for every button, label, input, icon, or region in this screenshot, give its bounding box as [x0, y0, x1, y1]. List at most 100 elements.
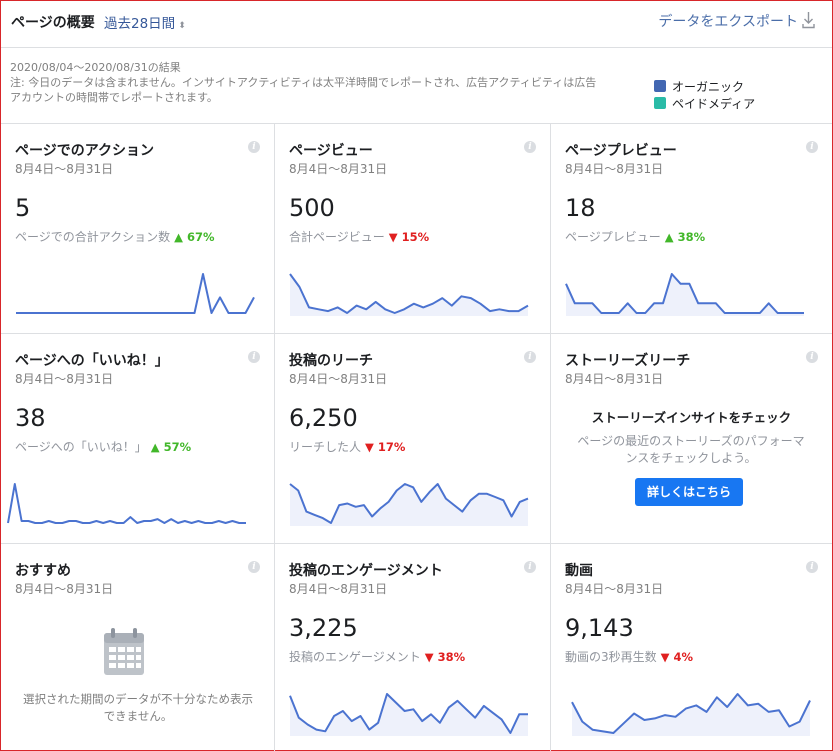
- sparkline: [571, 693, 811, 736]
- insufficient-data-message: 選択された期間のデータが不十分なため表示できません。: [23, 692, 253, 723]
- card-label: リーチした人: [289, 440, 362, 454]
- paid-swatch: [654, 97, 666, 109]
- change-indicator: ▼ 38%: [424, 650, 466, 664]
- sparkline: [16, 273, 255, 314]
- card-post-engagement[interactable]: 投稿のエンゲージメント i 8月4日～8月31日 3,225 投稿のエンゲージメ…: [275, 544, 551, 751]
- card-title: ストーリーズリーチ: [565, 353, 691, 369]
- page-title: ページの概要: [11, 15, 95, 31]
- card-date: 8月4日～8月31日: [15, 372, 114, 386]
- card-date: 8月4日～8月31日: [565, 372, 664, 386]
- info-icon[interactable]: i: [524, 351, 536, 363]
- card-value: 18: [565, 194, 596, 222]
- card-title: ページでのアクション: [15, 143, 155, 159]
- info-icon[interactable]: i: [806, 141, 818, 153]
- card-subtitle: ページプレビュー ▲ 38%: [565, 228, 705, 245]
- download-icon: [802, 12, 815, 29]
- change-indicator: ▼ 17%: [365, 440, 406, 454]
- card-label: ページプレビュー: [565, 230, 661, 244]
- period-selector[interactable]: 過去28日間 ⬍: [104, 12, 186, 32]
- card-value: 38: [15, 404, 46, 432]
- page-overview-header: ページの概要 過去28日間 ⬍ データをエクスポート: [1, 1, 832, 48]
- period-label: 過去28日間: [104, 16, 176, 32]
- info-icon[interactable]: i: [806, 561, 818, 573]
- legend: オーガニック ペイドメディア: [654, 79, 755, 113]
- card-page-actions[interactable]: ページでのアクション i 8月4日～8月31日 5 ページでの合計アクション数 ▲…: [1, 124, 275, 334]
- sort-arrows-icon: ⬍: [178, 21, 186, 31]
- card-subtitle: ページへの「いいね！」 ▲ 57%: [15, 438, 191, 455]
- notes-line-2: アカウントの時間帯でレポートされます。: [10, 91, 218, 104]
- card-value: 500: [289, 194, 335, 222]
- card-page-previews[interactable]: ページプレビュー i 8月4日～8月31日 18 ページプレビュー ▲ 38%: [551, 124, 832, 334]
- change-indicator: ▲ 57%: [150, 440, 192, 454]
- card-page-views[interactable]: ページビュー i 8月4日～8月31日 500 合計ページビュー ▼ 15%: [275, 124, 551, 334]
- card-label: 動画の3秒再生数: [565, 650, 657, 664]
- card-subtitle: 投稿のエンゲージメント ▼ 38%: [289, 648, 465, 665]
- results-notes: 2020/08/04～2020/08/31の結果 注: 今日のデータは含まれませ…: [10, 60, 655, 105]
- sparkline: [289, 693, 528, 736]
- card-title: ページプレビュー: [565, 143, 677, 159]
- legend-label: ペイドメディア: [672, 97, 756, 111]
- card-value: 3,225: [289, 614, 358, 642]
- sparkline: [7, 483, 246, 524]
- organic-swatch: [654, 80, 666, 92]
- card-label: 合計ページビュー: [289, 230, 385, 244]
- stories-cta-text: ページの最近のストーリーズのパフォーマンスをチェックしよう。: [577, 434, 805, 465]
- card-date: 8月4日～8月31日: [289, 582, 388, 596]
- card-label: ページへの「いいね！」: [15, 440, 147, 454]
- sparkline: [289, 483, 529, 526]
- card-stories-reach: ストーリーズリーチ i 8月4日～8月31日 ストーリーズインサイトをチェック …: [551, 334, 832, 544]
- card-date: 8月4日～8月31日: [15, 162, 114, 176]
- info-icon[interactable]: i: [524, 141, 536, 153]
- legend-item-organic: オーガニック: [654, 79, 755, 96]
- sparkline: [289, 273, 529, 316]
- card-video[interactable]: 動画 i 8月4日～8月31日 9,143 動画の3秒再生数 ▼ 4%: [551, 544, 832, 751]
- card-subtitle: 動画の3秒再生数 ▼ 4%: [565, 648, 693, 665]
- card-value: 6,250: [289, 404, 358, 432]
- card-title: おすすめ: [15, 563, 71, 579]
- calendar-icon: [104, 628, 144, 675]
- card-label: 投稿のエンゲージメント: [289, 650, 421, 664]
- change-indicator: ▼ 15%: [388, 230, 430, 244]
- sparkline-line: [289, 273, 529, 314]
- card-title: 投稿のエンゲージメント: [289, 563, 443, 579]
- legend-label: オーガニック: [672, 80, 745, 94]
- card-recommendations: おすすめ i 8月4日～8月31日 選択された期間のデータが不十分なため表示でき…: [1, 544, 275, 751]
- card-title: ページへの「いいね！」: [15, 353, 169, 369]
- card-label: ページでの合計アクション数: [15, 230, 171, 244]
- info-icon[interactable]: i: [248, 561, 260, 573]
- info-icon[interactable]: i: [806, 351, 818, 363]
- card-title: 投稿のリーチ: [289, 353, 373, 369]
- notes-line-1: 注: 今日のデータは含まれません。インサイトアクティビティは太平洋時間でレポート…: [10, 76, 597, 89]
- card-date: 8月4日～8月31日: [565, 582, 664, 596]
- results-range: 2020/08/04～2020/08/31の結果: [10, 61, 181, 74]
- card-page-likes[interactable]: ページへの「いいね！」 i 8月4日～8月31日 38 ページへの「いいね！」 ▲…: [1, 334, 275, 544]
- legend-item-paid: ペイドメディア: [654, 96, 755, 113]
- export-data-link[interactable]: データをエクスポート: [658, 11, 815, 31]
- sparkline-line: [7, 483, 246, 524]
- info-icon[interactable]: i: [524, 561, 536, 573]
- card-date: 8月4日～8月31日: [289, 162, 388, 176]
- card-date: 8月4日～8月31日: [289, 372, 388, 386]
- change-indicator: ▲ 67%: [174, 230, 215, 244]
- card-post-reach[interactable]: 投稿のリーチ i 8月4日～8月31日 6,250 リーチした人 ▼ 17%: [275, 334, 551, 544]
- card-subtitle: ページでの合計アクション数 ▲ 67%: [15, 228, 215, 245]
- change-indicator: ▼ 4%: [660, 650, 694, 664]
- card-subtitle: 合計ページビュー ▼ 15%: [289, 228, 429, 245]
- learn-more-button[interactable]: 詳しくはこちら: [635, 478, 743, 506]
- metrics-grid: ページでのアクション i 8月4日～8月31日 5 ページでの合計アクション数 ▲…: [1, 123, 832, 751]
- sparkline: [565, 273, 804, 316]
- card-value: 5: [15, 194, 31, 222]
- change-indicator: ▲ 38%: [664, 230, 706, 244]
- card-title: ページビュー: [289, 143, 373, 159]
- sparkline-area: [572, 694, 810, 736]
- card-date: 8月4日～8月31日: [565, 162, 664, 176]
- export-label: データをエクスポート: [658, 14, 798, 30]
- sparkline-line: [16, 273, 255, 314]
- card-value: 9,143: [565, 614, 634, 642]
- info-icon[interactable]: i: [248, 141, 260, 153]
- card-date: 8月4日～8月31日: [15, 582, 114, 596]
- sparkline-area: [566, 274, 804, 316]
- info-icon[interactable]: i: [248, 351, 260, 363]
- card-title: 動画: [565, 563, 593, 579]
- card-subtitle: リーチした人 ▼ 17%: [289, 438, 405, 455]
